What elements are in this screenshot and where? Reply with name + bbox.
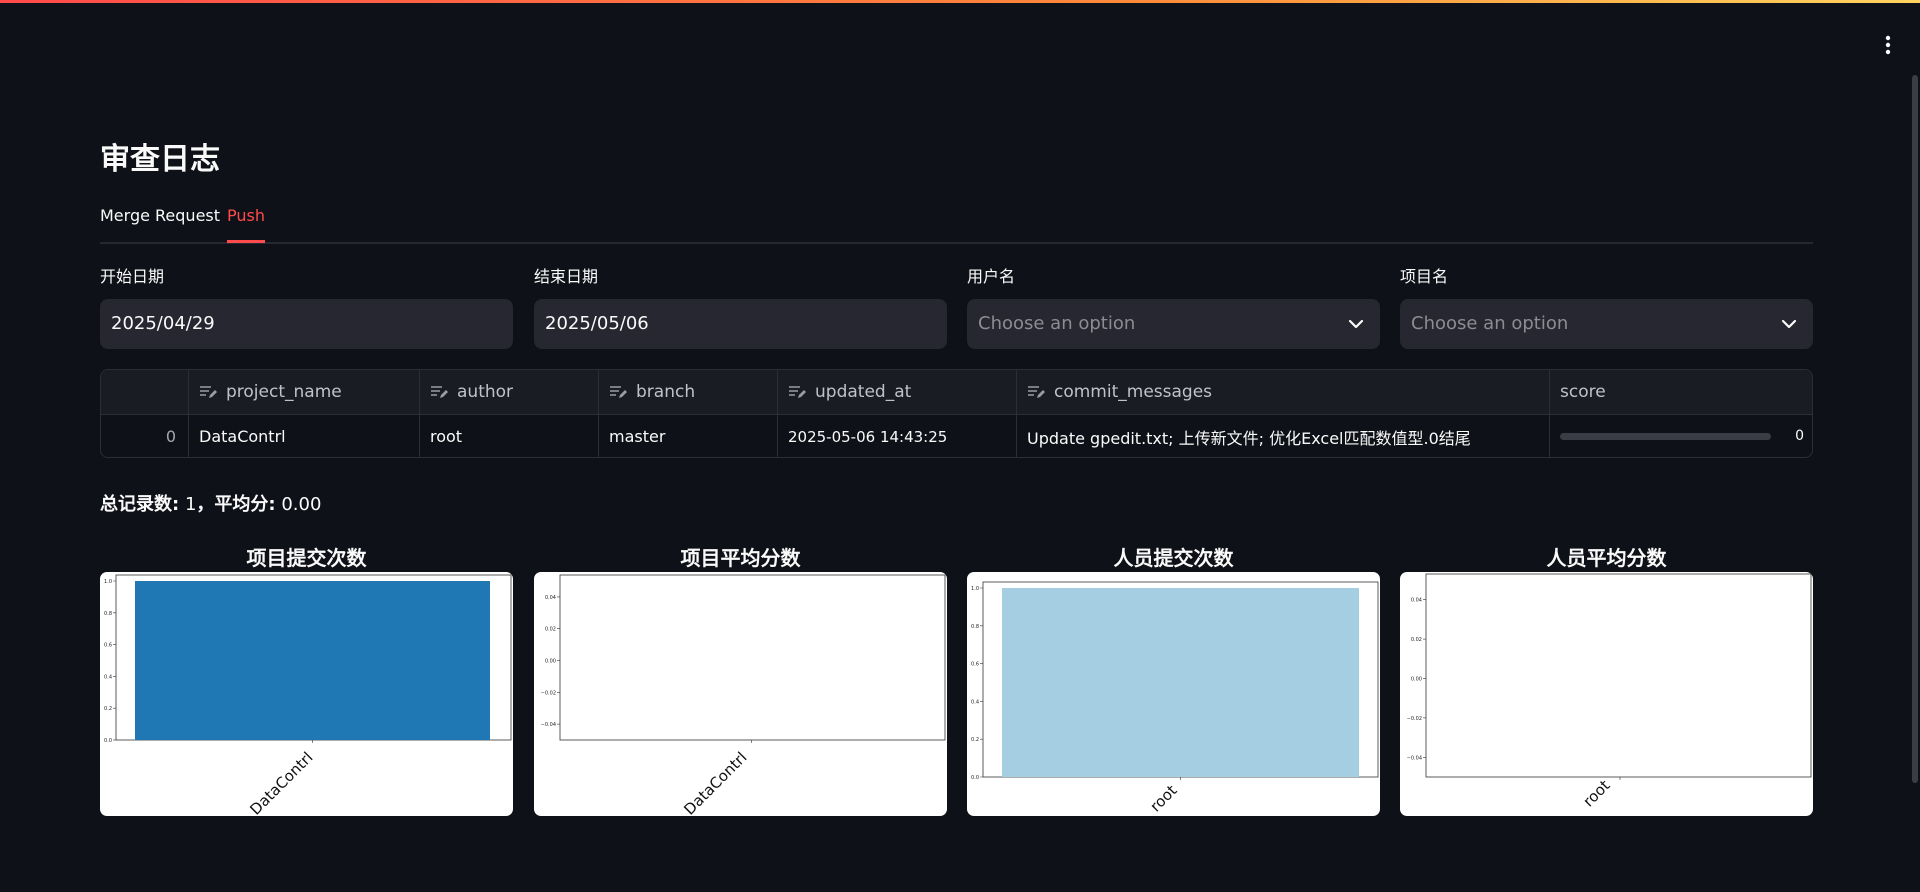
- cell-author[interactable]: root: [420, 415, 599, 457]
- column-header-score[interactable]: score: [1550, 370, 1812, 414]
- score-progress-bar: [1560, 433, 1771, 440]
- page-title: 审查日志: [100, 142, 220, 177]
- y-tick-label: 0.00: [545, 659, 556, 665]
- text-column-icon: [610, 386, 627, 398]
- chart-title-project-avg-score: 项目平均分数: [680, 546, 801, 570]
- y-tick-label: 0.0: [971, 775, 979, 781]
- start-date-label: 开始日期: [100, 267, 165, 286]
- chart-svg: −0.04 −0.02 0.00 0.02 0.04 DataContrl: [541, 574, 946, 816]
- x-tick-label: DataContrl: [246, 748, 316, 816]
- chart-user-avg-score: −0.04 −0.02 0.00 0.02 0.04 root: [1400, 572, 1813, 816]
- y-tick-label: 0.0: [104, 738, 112, 744]
- y-tick-label: −0.02: [1407, 716, 1422, 722]
- top-decoration-strip: [0, 0, 1920, 3]
- y-tick-label: 0.4: [104, 674, 112, 680]
- column-header-project-name[interactable]: project_name: [189, 370, 420, 414]
- chart-title-project-commits: 项目提交次数: [246, 546, 367, 570]
- end-date-label: 结束日期: [534, 267, 599, 286]
- table-row[interactable]: 0 DataContrl root master 2025-05-06 14:4…: [101, 415, 1812, 457]
- tab-push[interactable]: Push: [227, 205, 265, 243]
- x-tick-label: root: [1579, 776, 1613, 810]
- y-tick-label: 0.2: [971, 737, 979, 743]
- start-date-input[interactable]: 2025/04/29: [100, 299, 513, 349]
- x-tick-label: DataContrl: [680, 748, 750, 816]
- summary-line: 总记录数: 1，平均分: 0.00: [100, 490, 321, 516]
- chart-title-user-avg-score: 人员平均分数: [1546, 546, 1667, 570]
- start-date-filter: 开始日期 2025/04/29: [100, 266, 513, 349]
- plot-frame: [1425, 573, 1812, 778]
- index-header: [101, 370, 189, 414]
- y-tick-label: 0.02: [545, 627, 556, 633]
- project-filter: 项目名 Choose an option: [1400, 266, 1813, 349]
- y-tick-label: −0.04: [541, 722, 556, 728]
- plot-frame: [559, 574, 946, 741]
- average-score-label: 平均分:: [214, 494, 276, 515]
- chart-svg: 0.0 0.2 0.4 0.6 0.8 1.0 root: [971, 581, 1379, 815]
- y-tick-label: 0.00: [1411, 677, 1422, 683]
- end-date-filter: 结束日期 2025/05/06: [534, 266, 947, 349]
- y-tick-label: 0.8: [971, 624, 979, 630]
- project-select-placeholder: Choose an option: [1411, 313, 1569, 334]
- column-header-author[interactable]: author: [420, 370, 599, 414]
- y-tick-label: 0.02: [1411, 637, 1422, 643]
- end-date-input[interactable]: 2025/05/06: [534, 299, 947, 349]
- score-value: 0: [1795, 428, 1804, 444]
- text-column-icon: [1028, 386, 1045, 398]
- y-tick-label: −0.02: [541, 690, 556, 696]
- text-column-icon: [200, 386, 217, 398]
- project-select[interactable]: Choose an option: [1400, 299, 1813, 349]
- cell-branch[interactable]: master: [599, 415, 778, 457]
- user-select-placeholder: Choose an option: [978, 313, 1136, 334]
- cell-score[interactable]: 0: [1550, 415, 1812, 457]
- cell-project-name[interactable]: DataContrl: [189, 415, 420, 457]
- x-tick-label: root: [1146, 781, 1180, 815]
- chart-project-avg-score: −0.04 −0.02 0.00 0.02 0.04 DataContrl: [534, 572, 947, 816]
- text-column-icon: [789, 386, 806, 398]
- push-log-table[interactable]: project_name author branch updated_at co…: [100, 369, 1813, 458]
- text-column-icon: [431, 386, 448, 398]
- y-tick-label: 0.04: [1411, 598, 1422, 604]
- average-score-value: 0.00: [281, 494, 322, 515]
- user-filter: 用户名 Choose an option: [967, 266, 1380, 349]
- user-label: 用户名: [967, 267, 1016, 286]
- tab-merge-request[interactable]: Merge Request: [100, 205, 220, 227]
- project-label: 项目名: [1400, 267, 1449, 286]
- chevron-down-icon: [1348, 319, 1364, 329]
- bar: [135, 581, 490, 740]
- summary-separator: ，: [196, 494, 215, 515]
- chart-project-commits: 0.0 0.2 0.4 0.6 0.8 1.0 DataContrl: [100, 572, 513, 816]
- total-records-label: 总记录数:: [100, 494, 180, 515]
- y-tick-label: 0.6: [104, 643, 112, 649]
- chart-user-commits: 0.0 0.2 0.4 0.6 0.8 1.0 root: [967, 572, 1380, 816]
- row-index: 0: [101, 415, 189, 457]
- user-select[interactable]: Choose an option: [967, 299, 1380, 349]
- y-tick-label: 0.8: [104, 611, 112, 617]
- main-menu-button[interactable]: [1878, 32, 1898, 58]
- tab-bar: Merge Request Push: [100, 205, 1813, 244]
- y-tick-label: 1.0: [971, 586, 979, 592]
- cell-updated-at[interactable]: 2025-05-06 14:43:25: [778, 415, 1017, 457]
- more-vertical-icon: [1885, 35, 1891, 55]
- bar: [1002, 588, 1359, 777]
- table-header: project_name author branch updated_at co…: [101, 370, 1812, 415]
- y-tick-label: 0.2: [104, 706, 112, 712]
- page-scrollbar[interactable]: [1912, 75, 1918, 783]
- y-tick-label: 0.04: [545, 595, 556, 601]
- y-tick-label: 0.4: [971, 699, 979, 705]
- column-header-updated-at[interactable]: updated_at: [778, 370, 1017, 414]
- y-tick-label: −0.04: [1407, 755, 1422, 761]
- chevron-down-icon: [1781, 319, 1797, 329]
- total-records-value: 1: [184, 494, 197, 515]
- column-header-branch[interactable]: branch: [599, 370, 778, 414]
- y-tick-label: 0.6: [971, 662, 979, 668]
- chart-title-user-commits: 人员提交次数: [1113, 546, 1234, 570]
- column-header-commit-messages[interactable]: commit_messages: [1017, 370, 1550, 414]
- y-tick-label: 1.0: [104, 579, 112, 585]
- cell-commit-messages[interactable]: Update gpedit.txt; 上传新文件; 优化Excel匹配数值型.0…: [1017, 415, 1550, 457]
- chart-svg: 0.0 0.2 0.4 0.6 0.8 1.0 DataContrl: [104, 574, 512, 816]
- chart-svg: −0.04 −0.02 0.00 0.02 0.04 root: [1407, 573, 1812, 810]
